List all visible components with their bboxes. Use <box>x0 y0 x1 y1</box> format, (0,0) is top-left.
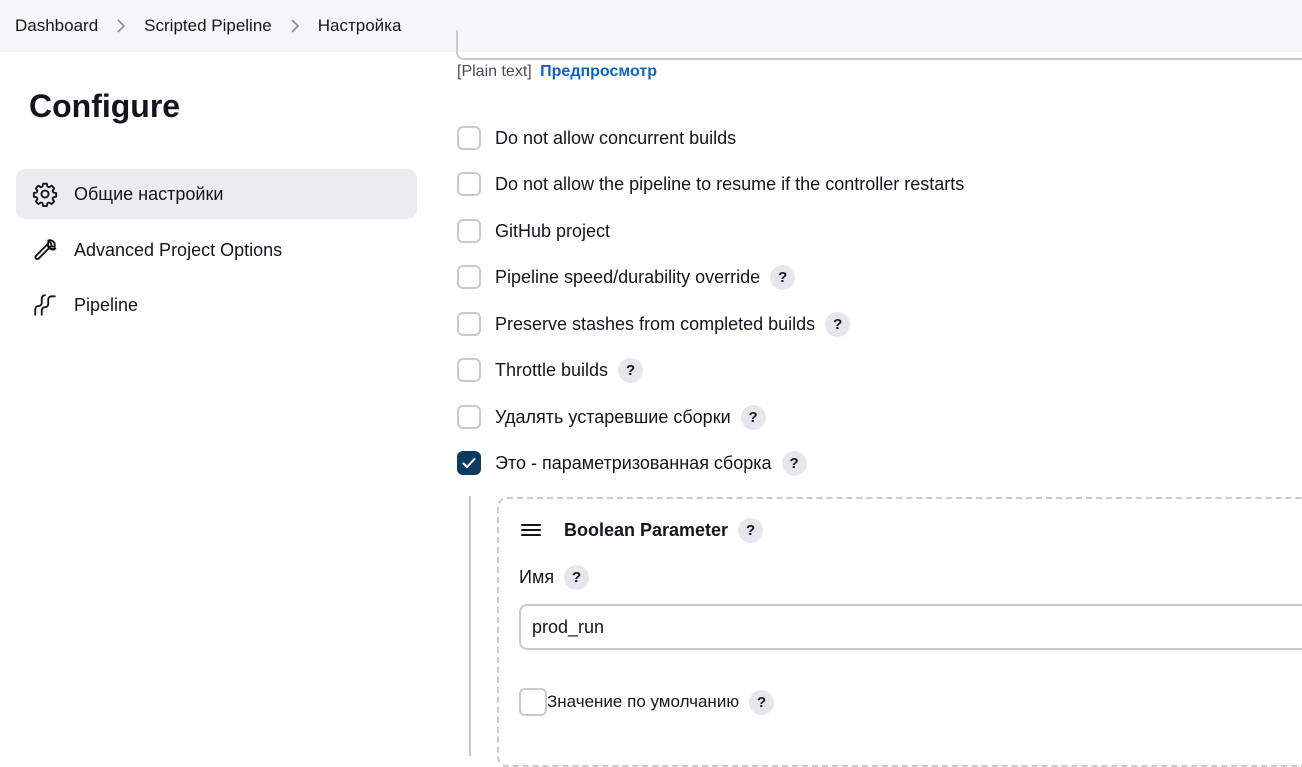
checkbox[interactable] <box>457 219 481 243</box>
default-value-label[interactable]: Значение по умолчанию <box>547 692 739 712</box>
option-label[interactable]: Throttle builds <box>495 360 608 381</box>
sidebar-item-label: Общие настройки <box>74 183 224 204</box>
checkbox[interactable] <box>457 312 481 336</box>
sidebar-item-general-settings[interactable]: Общие настройки <box>16 169 417 219</box>
description-textarea[interactable] <box>456 30 1302 60</box>
default-value-row: Значение по умолчанию ? <box>519 688 775 716</box>
help-icon[interactable]: ? <box>749 689 775 715</box>
pipeline-icon <box>32 292 58 318</box>
checkmark-icon <box>462 458 476 468</box>
option-label[interactable]: Pipeline speed/durability override <box>495 267 760 288</box>
breadcrumb: Dashboard Scripted Pipeline Настройка <box>0 16 401 36</box>
option-speed-durability: Pipeline speed/durability override ? <box>457 263 796 291</box>
breadcrumb-dashboard[interactable]: Dashboard <box>15 16 98 36</box>
option-concurrent-builds: Do not allow concurrent builds <box>457 124 736 152</box>
wrench-icon <box>32 237 58 263</box>
sidebar-item-advanced-project-options[interactable]: Advanced Project Options <box>16 225 417 275</box>
chevron-right-icon <box>116 19 126 33</box>
name-label-row: Имя ? <box>519 565 590 590</box>
sidebar-item-label: Advanced Project Options <box>74 239 283 260</box>
option-label[interactable]: Do not allow the pipeline to resume if t… <box>495 174 964 195</box>
option-label[interactable]: Удалять устаревшие сборки <box>495 407 731 428</box>
checkbox[interactable] <box>457 358 481 382</box>
description-format-row: [Plain text] Предпросмотр <box>457 63 657 81</box>
checkbox[interactable] <box>457 172 481 196</box>
option-label[interactable]: Do not allow concurrent builds <box>495 128 736 149</box>
parameter-name-input[interactable] <box>519 604 1302 650</box>
name-label: Имя <box>519 567 555 587</box>
gear-icon <box>32 181 58 207</box>
help-icon[interactable]: ? <box>781 450 807 476</box>
option-preserve-stashes: Preserve stashes from completed builds ? <box>457 310 851 338</box>
breadcrumb-settings[interactable]: Настройка <box>318 16 402 36</box>
option-label[interactable]: GitHub project <box>495 221 610 242</box>
option-throttle-builds: Throttle builds ? <box>457 356 644 384</box>
parameter-title: Boolean Parameter <box>564 520 729 540</box>
breadcrumb-scripted-pipeline[interactable]: Scripted Pipeline <box>144 16 272 36</box>
option-discard-old-builds: Удалять устаревшие сборки ? <box>457 403 766 431</box>
page-title: Configure <box>29 88 181 124</box>
option-parameterized-build: Это - параметризованная сборка ? <box>457 449 807 477</box>
help-icon[interactable]: ? <box>738 518 764 543</box>
checkbox-checked[interactable] <box>457 451 481 475</box>
help-icon[interactable]: ? <box>770 264 796 290</box>
option-github-project: GitHub project <box>457 217 610 245</box>
sidebar-item-label: Pipeline <box>74 294 139 315</box>
parameter-title-row: Boolean Parameter ? <box>564 518 764 543</box>
option-label[interactable]: Это - параметризованная сборка <box>495 453 772 474</box>
option-label[interactable]: Preserve stashes from completed builds <box>495 314 815 335</box>
format-label: [Plain text] <box>457 63 532 80</box>
help-icon[interactable]: ? <box>618 357 644 383</box>
checkbox[interactable] <box>519 688 547 716</box>
preview-link[interactable]: Предпросмотр <box>540 63 657 80</box>
chevron-right-icon <box>290 19 300 33</box>
checkbox[interactable] <box>457 265 481 289</box>
sidebar-item-pipeline[interactable]: Pipeline <box>16 280 417 330</box>
checkbox[interactable] <box>457 405 481 429</box>
help-icon[interactable]: ? <box>740 404 766 430</box>
help-icon[interactable]: ? <box>564 565 590 590</box>
help-icon[interactable]: ? <box>825 311 851 337</box>
option-resume-pipeline: Do not allow the pipeline to resume if t… <box>457 170 964 198</box>
checkbox[interactable] <box>457 126 481 150</box>
drag-handle-icon[interactable] <box>521 522 541 538</box>
nested-indicator-line <box>469 496 471 756</box>
